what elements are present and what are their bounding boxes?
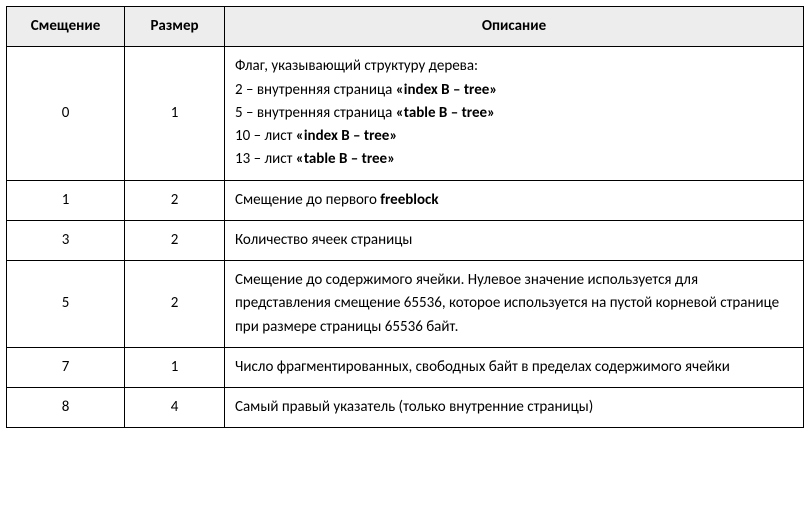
text: Число фрагментированных, свободных байт … bbox=[235, 358, 730, 376]
cell-size: 2 bbox=[125, 180, 225, 220]
table-row: 01 Флаг, указывающий структуру дерева: 2 –… bbox=[7, 47, 804, 180]
cell-offset: 7 bbox=[7, 347, 125, 387]
text: Флаг, указывающий структуру дерева: bbox=[235, 57, 478, 75]
cell-size: 4 bbox=[125, 388, 225, 428]
text: 2 – внутренняя страница bbox=[235, 81, 396, 99]
cell-size: 1 bbox=[125, 347, 225, 387]
description-line: 5 – внутренняя страница «table B – tree» bbox=[235, 102, 793, 125]
description-line: 2 – внутренняя страница «index B – tree» bbox=[235, 79, 793, 102]
cell-size: 2 bbox=[125, 220, 225, 260]
cell-offset: 8 bbox=[7, 388, 125, 428]
description-line: Число фрагментированных, свободных байт … bbox=[235, 356, 793, 379]
bold-text: «index B – tree» bbox=[296, 127, 398, 145]
btree-header-struct-table: Смещение Размер Описание 01Флаг, указыва… bbox=[6, 6, 804, 428]
table-row: 84 Самый правый указатель (только внутрен… bbox=[7, 388, 804, 428]
text: 10 – лист bbox=[235, 127, 296, 145]
cell-size: 2 bbox=[125, 261, 225, 348]
table-row: 71 Число фрагментированных, свободных бай… bbox=[7, 347, 804, 387]
cell-description: Число фрагментированных, свободных байт … bbox=[225, 347, 804, 387]
bold-text: «table B – tree» bbox=[396, 104, 495, 122]
table-row: 52Смещение до содержимого ячейки. Нулево… bbox=[7, 261, 804, 348]
description-line: 13 – лист «table B – tree» bbox=[235, 148, 793, 171]
cell-description: Смещение до первого freeblock bbox=[225, 180, 804, 220]
cell-description: Самый правый указатель (только внутренни… bbox=[225, 388, 804, 428]
cell-offset: 0 bbox=[7, 47, 125, 180]
cell-description: Количество ячеек страницы bbox=[225, 220, 804, 260]
description-line: Флаг, указывающий структуру дерева: bbox=[235, 55, 793, 78]
text: 13 – лист bbox=[235, 150, 296, 168]
text: Самый правый указатель (только внутренни… bbox=[235, 398, 593, 416]
cell-offset: 5 bbox=[7, 261, 125, 348]
table-header-row: Смещение Размер Описание bbox=[7, 7, 804, 47]
bold-text: «table B – tree» bbox=[296, 150, 395, 168]
table-row: 32 Количество ячеек страницы bbox=[7, 220, 804, 260]
cell-size: 1 bbox=[125, 47, 225, 180]
bold-text: «index B – tree» bbox=[396, 81, 498, 99]
table-row: 12 Смещение до первого freeblock bbox=[7, 180, 804, 220]
text: Количество ячеек страницы bbox=[235, 231, 412, 249]
bold-text: freeblock bbox=[380, 191, 438, 209]
cell-description: Смещение до содержимого ячейки. Нулевое … bbox=[225, 261, 804, 348]
description-line: Смещение до первого freeblock bbox=[235, 189, 793, 212]
col-header-offset: Смещение bbox=[7, 7, 125, 47]
col-header-size: Размер bbox=[125, 7, 225, 47]
text: Смещение до содержимого ячейки. Нулевое … bbox=[235, 271, 779, 336]
description-line: Количество ячеек страницы bbox=[235, 229, 793, 252]
cell-offset: 1 bbox=[7, 180, 125, 220]
text: 5 – внутренняя страница bbox=[235, 104, 396, 122]
col-header-desc: Описание bbox=[225, 7, 804, 47]
description-line: Смещение до содержимого ячейки. Нулевое … bbox=[235, 269, 793, 339]
description-line: Самый правый указатель (только внутренни… bbox=[235, 396, 793, 419]
cell-offset: 3 bbox=[7, 220, 125, 260]
text: Смещение до первого bbox=[235, 191, 380, 209]
table-body: 01Флаг, указывающий структуру дерева:2 –… bbox=[7, 47, 804, 428]
description-line: 10 – лист «index B – tree» bbox=[235, 125, 793, 148]
cell-description: Флаг, указывающий структуру дерева: 2 – в… bbox=[225, 47, 804, 180]
